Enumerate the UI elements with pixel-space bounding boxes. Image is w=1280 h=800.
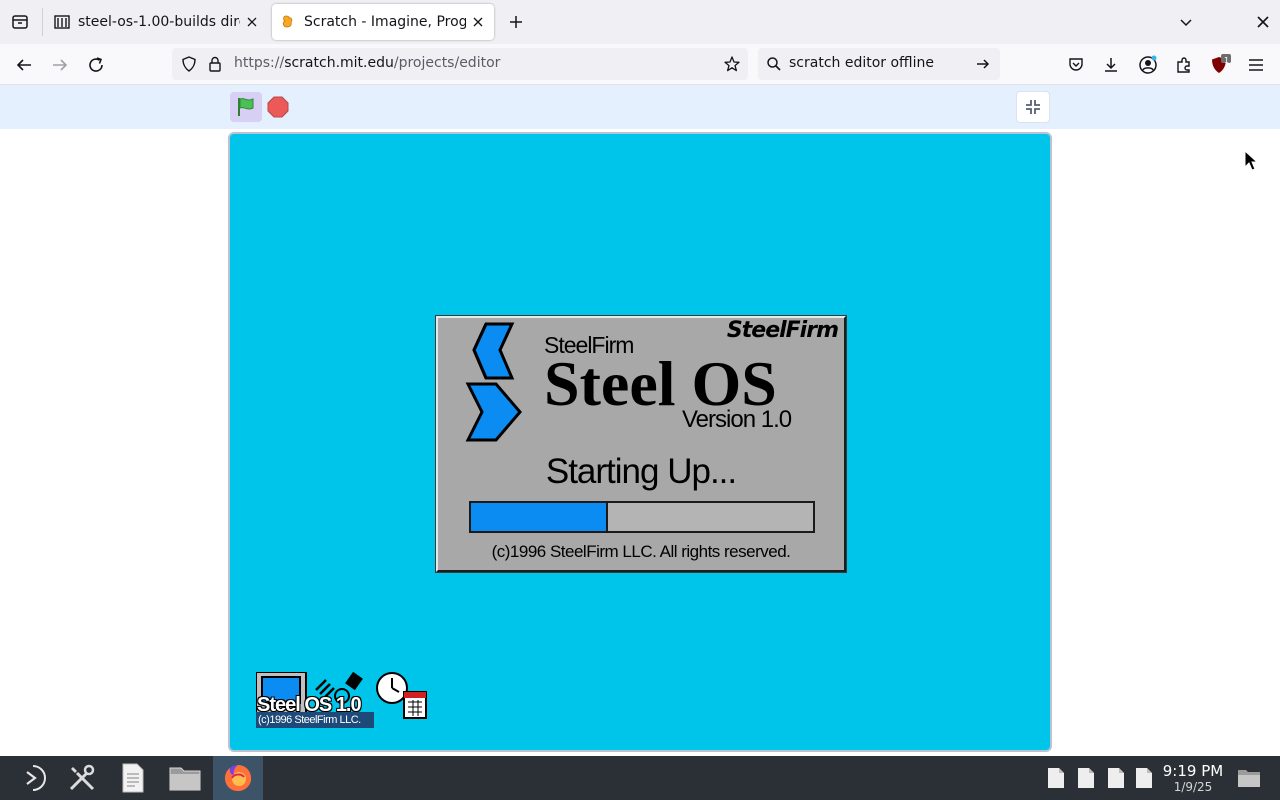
green-flag-icon (238, 98, 254, 116)
folder-icon (169, 767, 201, 791)
taskbar-settings-tools[interactable] (57, 756, 107, 800)
version-label: Version 1.0 (682, 406, 792, 433)
show-desktop-button[interactable] (1236, 767, 1262, 789)
green-flag-button[interactable] (230, 92, 262, 122)
unfullscreen-icon (1026, 100, 1040, 114)
list-all-tabs-button[interactable] (1172, 8, 1200, 36)
url-path: /projects/editor (393, 55, 501, 71)
close-icon[interactable] (244, 14, 260, 30)
tray-document-icon[interactable] (1106, 767, 1126, 789)
pocket-icon[interactable] (1061, 50, 1091, 80)
tab-title: Scratch - Imagine, Program, Share (304, 14, 466, 30)
bookmark-star-icon[interactable] (720, 52, 744, 76)
tray-document-icon[interactable] (1076, 767, 1096, 789)
extensions-icon[interactable] (1169, 50, 1199, 80)
boot-progress-bar (469, 501, 815, 533)
taskbar-text-editor[interactable] (108, 756, 158, 800)
browser-nav-bar: https://scratch.mit.edu/projects/editor … (0, 44, 1280, 85)
extension-badge-count: 1 (1224, 56, 1230, 65)
search-go-icon[interactable] (972, 53, 994, 75)
search-icon (764, 54, 784, 74)
badge-subtitle: (c)1996 SteelFirm LLC. (256, 712, 374, 728)
document-icon (122, 763, 144, 793)
menu-icon[interactable] (1241, 50, 1271, 80)
boot-status-text: Starting Up... (545, 452, 737, 491)
boot-splash-dialog: SteelFirm SteelFirm Steel OS Version 1.0… (435, 315, 847, 573)
lock-icon[interactable] (204, 53, 226, 75)
url-text[interactable]: https://scratch.mit.edu/projects/editor (234, 55, 500, 71)
shield-icon[interactable] (178, 53, 200, 75)
brand-corner-label: SteelFirm (726, 318, 839, 343)
reload-icon (89, 57, 103, 72)
launcher-icon (19, 764, 46, 792)
archive-icon (54, 14, 70, 30)
folder-icon (1238, 770, 1260, 787)
chevron-down-icon (1180, 19, 1192, 27)
os-taskbar: 9:19 PM 1/9/25 (0, 756, 1280, 800)
firefox-icon (225, 765, 252, 791)
download-icon[interactable] (1096, 50, 1126, 80)
plus-icon (510, 16, 522, 28)
close-icon (1257, 16, 1269, 28)
arrow-left-icon (16, 59, 31, 71)
mouse-cursor-icon (1244, 150, 1258, 171)
url-host: scratch.mit.edu (284, 55, 394, 71)
taskbar-file-manager[interactable] (160, 756, 210, 800)
taskbar-firefox[interactable] (213, 756, 263, 800)
close-icon[interactable] (470, 14, 486, 30)
copyright-text: (c)1996 SteelFirm LLC. All rights reserv… (491, 542, 791, 561)
reload-button[interactable] (81, 50, 111, 80)
exit-fullscreen-button[interactable] (1016, 91, 1050, 123)
tab-title: steel-os-1.00-builds directory (78, 14, 240, 30)
search-input[interactable]: scratch editor offline (789, 55, 934, 71)
account-icon[interactable] (1133, 50, 1163, 80)
stage-header (0, 85, 1280, 129)
tab-steel-os-builds[interactable]: steel-os-1.00-builds directory (46, 4, 268, 40)
browser-tab-strip: steel-os-1.00-builds directory Scratch -… (0, 0, 1280, 44)
boot-progress-fill (471, 503, 608, 531)
clock-time: 9:19 PM (1162, 762, 1224, 780)
stop-button[interactable] (266, 95, 290, 119)
arrow-right-icon (53, 59, 68, 71)
back-button[interactable] (9, 50, 39, 80)
scratch-stage[interactable]: SteelFirm SteelFirm Steel OS Version 1.0… (228, 132, 1052, 752)
firefox-view-icon[interactable] (6, 8, 34, 36)
stop-icon (267, 96, 289, 118)
scratch-icon (280, 14, 296, 30)
new-tab-button[interactable] (502, 8, 530, 36)
tab-scratch[interactable]: Scratch - Imagine, Program, Share (272, 4, 494, 40)
tray-document-icon[interactable] (1134, 767, 1154, 789)
tray-document-icon[interactable] (1046, 767, 1066, 789)
tools-icon (69, 764, 95, 791)
window-close-button[interactable] (1249, 8, 1277, 36)
forward-button[interactable] (45, 50, 75, 80)
tab-separator (42, 8, 43, 36)
steel-os-logo-icon (465, 322, 522, 442)
ublock-origin-icon[interactable]: 1 (1205, 50, 1235, 80)
url-bar[interactable]: https://scratch.mit.edu/projects/editor (172, 48, 748, 80)
url-scheme: https:// (234, 55, 285, 71)
corner-badge: Steel OS 1.0 (c)1996 SteelFirm LLC. (256, 672, 427, 728)
clock-date: 1/9/25 (1173, 780, 1213, 794)
taskbar-clock[interactable]: 9:19 PM 1/9/25 (1156, 762, 1230, 794)
search-bar[interactable]: scratch editor offline (758, 48, 1000, 80)
app-launcher-button[interactable] (8, 756, 58, 800)
